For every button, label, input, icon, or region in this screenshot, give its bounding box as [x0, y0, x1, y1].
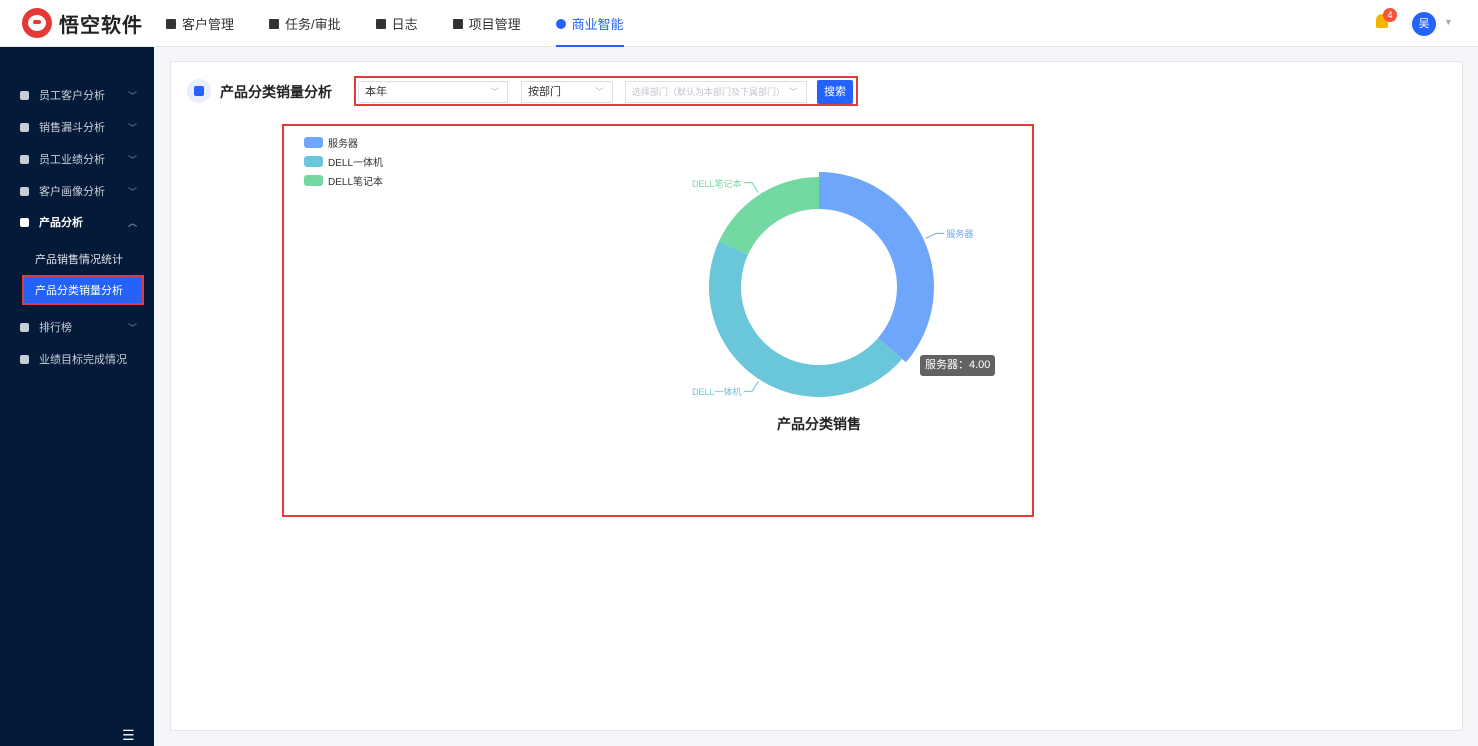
- slice-server[interactable]: [819, 172, 934, 363]
- content-card: 产品分类销量分析 本年 ﹀ 按部门 ﹀ 选择部门（默认为本部门及下属部门） ﹀ 搜索 …: [170, 61, 1463, 731]
- monkey-logo-icon: [22, 8, 52, 38]
- chart-title: 产品分类销售: [777, 416, 861, 432]
- chevron-up-icon: ︿: [128, 217, 138, 228]
- trophy-icon: [20, 322, 29, 332]
- sidebar: 员工客户分析 ﹀ 销售漏斗分析 ﹀ 员工业绩分析 ﹀ 客户画像分析 ﹀ 产品分析 ︿ 产品…: [0, 47, 154, 746]
- chevron-down-icon: ﹀: [128, 154, 138, 165]
- slice-label-dell-laptop: DELL笔记本: [691, 178, 742, 189]
- sidebar-item-customer-portrait[interactable]: 客户画像分析 ﹀: [0, 176, 154, 206]
- app-logo[interactable]: 悟空软件: [22, 8, 143, 38]
- chevron-down-icon: ﹀: [128, 186, 138, 197]
- grid-icon: [187, 79, 211, 103]
- scope-select[interactable]: 按部门 ﹀: [521, 81, 613, 103]
- filter-bar: 本年 ﹀ 按部门 ﹀ 选择部门（默认为本部门及下属部门） ﹀ 搜索: [354, 76, 858, 106]
- list-icon: [452, 18, 463, 29]
- top-bar: 悟空软件 客户管理 任务/审批 日志 项目管理 商业智能 4 吴 ▼: [0, 0, 1478, 47]
- sidebar-item-employee-customer[interactable]: 员工客户分析 ﹀: [0, 80, 154, 110]
- main-nav: 客户管理 任务/审批 日志 项目管理 商业智能: [166, 0, 659, 47]
- nav-tasks-approval[interactable]: 任务/审批: [269, 0, 341, 47]
- sidebar-item-employee-performance[interactable]: 员工业绩分析 ﹀: [0, 144, 154, 174]
- bar-chart-icon: [20, 154, 29, 164]
- slice-label-dell-aio: DELL一体机: [691, 387, 742, 398]
- notification-badge: 4: [1383, 8, 1397, 22]
- search-button[interactable]: 搜索: [817, 80, 853, 104]
- user-icon: [20, 90, 29, 100]
- chevron-down-icon: ﹀: [128, 90, 138, 101]
- period-select[interactable]: 本年 ﹀: [358, 81, 508, 103]
- shield-check-icon: [555, 18, 566, 29]
- leader-line: [743, 182, 759, 194]
- chevron-down-icon: ﹀: [594, 87, 604, 97]
- briefcase-icon: [269, 18, 280, 29]
- target-icon: [20, 354, 29, 364]
- building-icon: [166, 18, 176, 29]
- funnel-icon: [20, 122, 29, 132]
- sidebar-subitem-product-sales-stats[interactable]: 产品销售情况统计: [22, 244, 144, 274]
- leader-line: [925, 232, 945, 239]
- page-title: 产品分类销量分析: [220, 84, 332, 100]
- slice-dell-aio[interactable]: [709, 241, 903, 397]
- users-icon: [20, 186, 29, 196]
- sidebar-item-product-analysis[interactable]: 产品分析 ︿: [0, 207, 154, 237]
- collapse-sidebar-icon[interactable]: ☰: [122, 727, 135, 744]
- chevron-down-icon: ﹀: [128, 322, 138, 333]
- department-select[interactable]: 选择部门（默认为本部门及下属部门） ﹀: [625, 81, 807, 103]
- donut-chart: [709, 172, 945, 397]
- notebook-icon: [375, 18, 386, 29]
- slice-label-server: 服务器: [946, 229, 974, 240]
- nav-project-management[interactable]: 项目管理: [452, 0, 521, 47]
- user-avatar[interactable]: 吴: [1412, 12, 1436, 36]
- leader-line: [743, 380, 759, 392]
- chevron-down-icon: ﹀: [788, 87, 798, 97]
- chevron-down-icon: ﹀: [489, 87, 499, 97]
- chart-tooltip: 服务器：4.00: [920, 355, 996, 376]
- app-name: 悟空软件: [59, 14, 143, 37]
- sidebar-item-ranking[interactable]: 排行榜 ﹀: [0, 312, 154, 342]
- chart-area: 服务器 DELL一体机 DELL笔记本 服务器 DELL一体机 DELL笔记本 …: [282, 124, 1034, 517]
- sidebar-item-target-completion[interactable]: 业绩目标完成情况: [0, 344, 154, 374]
- nav-log[interactable]: 日志: [375, 0, 418, 47]
- nav-customer-management[interactable]: 客户管理: [166, 0, 234, 47]
- nav-business-intelligence[interactable]: 商业智能: [555, 0, 624, 47]
- sidebar-item-sales-funnel[interactable]: 销售漏斗分析 ﹀: [0, 112, 154, 142]
- chevron-down-icon: ﹀: [128, 122, 138, 133]
- chevron-down-icon[interactable]: ▼: [1444, 17, 1453, 27]
- sidebar-subitem-category-sales-analysis[interactable]: 产品分类销量分析: [22, 275, 144, 305]
- cube-icon: [20, 217, 29, 227]
